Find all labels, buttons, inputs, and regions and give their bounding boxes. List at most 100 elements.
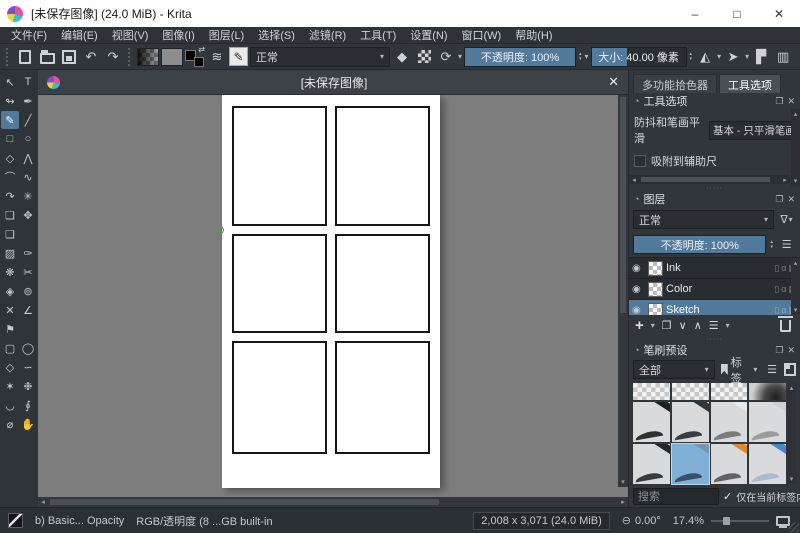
- chevron-down-icon[interactable]: ▾: [745, 52, 749, 61]
- brush-pencil[interactable]: [749, 402, 786, 442]
- zoom-slider[interactable]: [711, 515, 769, 527]
- scroll-down-icon[interactable]: ▾: [787, 474, 796, 484]
- lock-icon[interactable]: ▯: [774, 305, 779, 315]
- tool-bezier-curve[interactable]: ⌒: [1, 168, 19, 186]
- rotation-value[interactable]: 0.00°: [635, 515, 661, 527]
- layer-opacity-slider[interactable]: 不透明度: 100%: [633, 235, 766, 254]
- mirror-vertical-button[interactable]: ➤: [723, 47, 743, 67]
- close-button[interactable]: ✕: [758, 0, 800, 27]
- tool-calligraphy[interactable]: ✒: [19, 92, 37, 110]
- layer-blend-mode-dropdown[interactable]: 正常 ▾: [633, 210, 774, 229]
- tool-move[interactable]: ✥: [19, 206, 37, 224]
- menu-select[interactable]: 选择(S): [251, 27, 302, 43]
- canvas-horizontal-scrollbar[interactable]: ◂ ▸: [38, 497, 628, 507]
- lock-icon[interactable]: ▯: [774, 263, 779, 274]
- preserve-alpha-button[interactable]: [414, 47, 434, 67]
- chevron-down-icon[interactable]: ▾: [726, 321, 730, 330]
- tool-polyline[interactable]: ⋀: [19, 149, 37, 167]
- tag-button[interactable]: 标签 ▾: [718, 360, 761, 379]
- tool-magnetic-select[interactable]: ∮: [19, 396, 37, 414]
- layer-visibility-icon[interactable]: ◉: [632, 263, 645, 274]
- menu-file[interactable]: 文件(F): [4, 27, 54, 43]
- layer-opacity-spinner[interactable]: ▴▾: [769, 240, 774, 250]
- tool-text[interactable]: T: [19, 73, 37, 91]
- eraser-mode-button[interactable]: ◆: [392, 47, 412, 67]
- brush-eraser-small[interactable]: [633, 383, 670, 400]
- tool-measure[interactable]: ∠: [19, 301, 37, 319]
- float-docker-icon[interactable]: ❐: [775, 96, 783, 107]
- background-color[interactable]: [194, 57, 204, 67]
- brush-orange-brush[interactable]: [711, 444, 748, 484]
- zoom-value[interactable]: 17.4%: [673, 515, 704, 527]
- layer-filter-button[interactable]: ∇ ▾: [777, 210, 796, 229]
- size-spinner[interactable]: ▴▾: [689, 52, 694, 62]
- search-scope-checkbox[interactable]: ✓: [723, 490, 732, 503]
- scrollbar-thumb[interactable]: [641, 177, 770, 182]
- snap-to-assistants-checkbox[interactable]: [634, 155, 646, 167]
- tool-ellipse-select[interactable]: ◯: [19, 339, 37, 357]
- layer-row-ink[interactable]: ◉Ink▯α▦: [629, 258, 800, 279]
- tool-options-vscrollbar[interactable]: ▴ ▾: [791, 109, 800, 186]
- tool-polygon-select[interactable]: ◇: [1, 358, 19, 376]
- current-brush-thumbnail[interactable]: [8, 513, 23, 528]
- chevron-down-icon[interactable]: ▾: [717, 52, 721, 61]
- resize-grip[interactable]: [789, 522, 799, 532]
- menu-window[interactable]: 窗口(W): [455, 27, 509, 43]
- tool-dynamic-brush[interactable]: ↷: [1, 187, 19, 205]
- brush-airbrush-soft[interactable]: [749, 383, 786, 400]
- alpha-lock-icon[interactable]: α: [781, 263, 786, 274]
- brush-filter-dropdown[interactable]: 全部 ▾: [633, 360, 715, 379]
- scroll-right-icon[interactable]: ▸: [780, 176, 790, 184]
- tool-similar-select[interactable]: ✶: [1, 377, 19, 395]
- size-slider[interactable]: 大小: 40.00 像素: [591, 47, 687, 67]
- layer-visibility-icon[interactable]: ◉: [632, 284, 645, 295]
- chevron-down-icon[interactable]: ▾: [585, 52, 589, 61]
- canvas-page[interactable]: [222, 95, 440, 488]
- mirror-horizontal-button[interactable]: ◭: [695, 47, 715, 67]
- tool-multibrush[interactable]: ✳: [19, 187, 37, 205]
- tool-rectangle[interactable]: □: [1, 130, 19, 148]
- lock-icon[interactable]: ▯: [774, 284, 779, 295]
- tool-rect-select[interactable]: ▢: [1, 339, 19, 357]
- menu-layer[interactable]: 图层(L): [202, 27, 251, 43]
- opacity-spinner[interactable]: ▴▾: [578, 52, 583, 62]
- toolbar-handle[interactable]: [6, 48, 10, 66]
- layer-options-button[interactable]: ☰: [777, 235, 796, 254]
- gradient-chooser[interactable]: [137, 48, 159, 66]
- redo-button[interactable]: ↷: [103, 47, 123, 67]
- tool-freehand-brush[interactable]: ✎: [1, 111, 19, 129]
- tool-contiguous-select[interactable]: ❉: [19, 377, 37, 395]
- scroll-left-icon[interactable]: ◂: [629, 176, 639, 184]
- undo-button[interactable]: ↶: [81, 47, 101, 67]
- add-layer-button[interactable]: +: [635, 317, 644, 334]
- scroll-down-icon[interactable]: ▾: [791, 176, 800, 186]
- zoom-slider-knob[interactable]: [723, 517, 730, 525]
- brush-editor-button[interactable]: ✎: [229, 47, 248, 66]
- chevron-down-icon[interactable]: ▾: [458, 52, 462, 61]
- move-layer-down-button[interactable]: ∨: [679, 319, 687, 332]
- brush-eraser-circle[interactable]: [672, 383, 709, 400]
- rotation-icon[interactable]: ⊖: [622, 514, 631, 527]
- new-document-button[interactable]: [15, 47, 35, 67]
- tool-crop[interactable]: ❑: [1, 225, 19, 243]
- tab-advanced-color-selector[interactable]: 多功能拾色器: [633, 74, 717, 93]
- tool-transform[interactable]: ❏: [1, 206, 19, 224]
- brush-search-input[interactable]: [633, 488, 719, 505]
- close-docker-icon[interactable]: ✕: [787, 345, 795, 356]
- canvas[interactable]: ▾: [38, 95, 628, 497]
- tool-polygon[interactable]: ◇: [1, 149, 19, 167]
- layer-visibility-icon[interactable]: ◉: [632, 305, 645, 315]
- scroll-right-icon[interactable]: ▸: [618, 498, 628, 506]
- tool-edit-shapes[interactable]: ↬: [1, 92, 19, 110]
- tool-fill[interactable]: ◈: [1, 282, 19, 300]
- menu-filter[interactable]: 滤镜(R): [302, 27, 353, 43]
- swap-colors-icon[interactable]: ⇄: [198, 45, 205, 54]
- opacity-slider[interactable]: 不透明度: 100%: [464, 47, 576, 67]
- layer-properties-button[interactable]: ☰: [709, 319, 719, 332]
- brush-blue-pencil[interactable]: [749, 444, 786, 484]
- tool-zoom[interactable]: ⌀: [1, 415, 19, 433]
- tool-assistants[interactable]: ✕: [1, 301, 19, 319]
- scrollbar-thumb[interactable]: [50, 499, 439, 505]
- brush-eraser-soft[interactable]: [711, 383, 748, 400]
- fit-to-screen-icon[interactable]: [776, 516, 790, 526]
